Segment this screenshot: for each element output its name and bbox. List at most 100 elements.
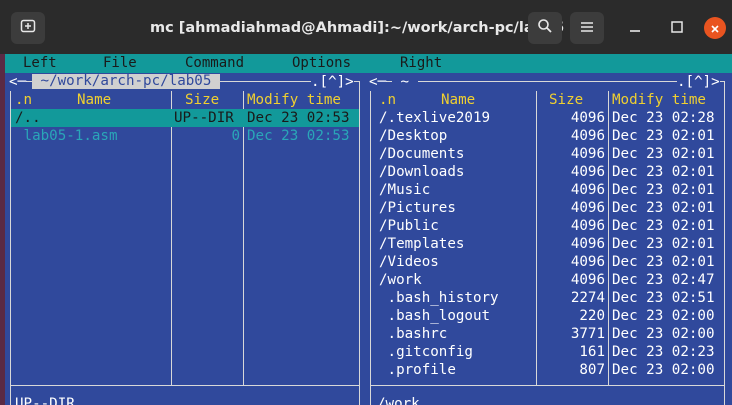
maximize-icon xyxy=(670,19,684,38)
right-row-6-name[interactable]: /Public xyxy=(379,217,439,235)
right-row-10-mtime[interactable]: Dec 23 02:51 xyxy=(612,289,715,307)
left-col-divider-2 xyxy=(243,91,244,385)
left-row-0-mtime[interactable]: Dec 23 02:53 xyxy=(247,109,350,127)
right-row-1-size[interactable]: 4096 xyxy=(539,127,605,145)
right-row-2-size[interactable]: 4096 xyxy=(539,145,605,163)
right-row-3-mtime[interactable]: Dec 23 02:01 xyxy=(612,163,715,181)
left-row-0-size[interactable]: UP--DIR xyxy=(174,109,234,127)
right-row-11-size[interactable]: 220 xyxy=(539,307,605,325)
right-row-13-name[interactable]: .gitconfig xyxy=(379,343,473,361)
close-button[interactable] xyxy=(704,17,726,39)
right-row-5-size[interactable]: 4096 xyxy=(539,199,605,217)
right-row-5-name[interactable]: /Pictures xyxy=(379,199,456,217)
right-row-5-mtime[interactable]: Dec 23 02:01 xyxy=(612,199,715,217)
right-corner-left: <─ xyxy=(369,73,387,91)
right-row-6-size[interactable]: 4096 xyxy=(539,217,605,235)
right-row-2-name[interactable]: /Documents xyxy=(379,145,464,163)
left-header-mtime[interactable]: Modify time xyxy=(247,91,341,109)
right-row-13-mtime[interactable]: Dec 23 02:23 xyxy=(612,343,715,361)
menu-button[interactable] xyxy=(570,12,604,44)
left-panel[interactable]: <─ ~/work/arch-pc/lab05 .[^]> .n Name Si… xyxy=(5,73,365,405)
right-row-1-mtime[interactable]: Dec 23 02:01 xyxy=(612,127,715,145)
left-status: UP--DIR xyxy=(15,396,75,405)
right-header-name[interactable]: Name xyxy=(441,91,475,109)
right-row-7-mtime[interactable]: Dec 23 02:01 xyxy=(612,235,715,253)
left-row-1-name[interactable]: lab05-1.asm xyxy=(15,127,118,145)
right-row-14-name[interactable]: .profile xyxy=(379,361,456,379)
right-row-14-mtime[interactable]: Dec 23 02:00 xyxy=(612,361,715,379)
menu-left[interactable]: Left xyxy=(23,54,57,73)
mc-menubar: Left File Command Options Right xyxy=(5,54,732,73)
new-tab-icon xyxy=(20,18,36,38)
right-row-4-mtime[interactable]: Dec 23 02:01 xyxy=(612,181,715,199)
right-row-4-size[interactable]: 4096 xyxy=(539,181,605,199)
left-col-divider-1 xyxy=(171,91,172,385)
menu-right[interactable]: Right xyxy=(400,54,442,73)
hamburger-menu-icon xyxy=(580,19,594,38)
right-header-mtime[interactable]: Modify time xyxy=(612,91,706,109)
right-corner-right[interactable]: .[^]> xyxy=(677,73,720,91)
right-row-0-mtime[interactable]: Dec 23 02:28 xyxy=(612,109,715,127)
right-row-11-mtime[interactable]: Dec 23 02:00 xyxy=(612,307,715,325)
menu-file[interactable]: File xyxy=(103,54,137,73)
minimize-button[interactable] xyxy=(618,12,652,44)
search-icon xyxy=(537,18,553,38)
right-header-sort[interactable]: .n xyxy=(379,91,396,109)
right-row-12-name[interactable]: .bashrc xyxy=(379,325,448,343)
right-row-3-name[interactable]: /Downloads xyxy=(379,163,464,181)
right-panel-left-border xyxy=(370,81,371,405)
window-title: mc [ahmadiahmad@Ahmadi]:~/work/arch-pc/l… xyxy=(150,20,565,36)
left-panel-status-divider xyxy=(10,385,360,386)
right-row-1-name[interactable]: /Desktop xyxy=(379,127,447,145)
left-header-name[interactable]: Name xyxy=(77,91,111,109)
right-header-size[interactable]: Size xyxy=(549,91,583,109)
maximize-button[interactable] xyxy=(660,12,694,44)
right-row-8-size[interactable]: 4096 xyxy=(539,253,605,271)
left-header-sort[interactable]: .n xyxy=(15,91,32,109)
right-row-10-size[interactable]: 2274 xyxy=(539,289,605,307)
menu-command[interactable]: Command xyxy=(185,54,244,73)
right-panel[interactable]: <─ ~ .[^]> .n Name Size Modify time /.te… xyxy=(365,73,732,405)
right-row-8-mtime[interactable]: Dec 23 02:01 xyxy=(612,253,715,271)
right-row-9-size[interactable]: 4096 xyxy=(539,271,605,289)
right-row-3-size[interactable]: 4096 xyxy=(539,163,605,181)
menu-options[interactable]: Options xyxy=(292,54,351,73)
right-row-11-name[interactable]: .bash_logout xyxy=(379,307,491,325)
right-row-8-name[interactable]: /Videos xyxy=(379,253,439,271)
right-status: /work xyxy=(377,396,420,405)
search-button[interactable] xyxy=(528,12,562,44)
right-row-0-size[interactable]: 4096 xyxy=(539,109,605,127)
left-corner-left: <─ xyxy=(9,73,27,91)
left-panel-right-border xyxy=(359,81,360,405)
right-row-2-mtime[interactable]: Dec 23 02:01 xyxy=(612,145,715,163)
right-row-4-name[interactable]: /Music xyxy=(379,181,430,199)
left-path[interactable]: ~/work/arch-pc/lab05 xyxy=(32,74,220,89)
right-row-9-mtime[interactable]: Dec 23 02:47 xyxy=(612,271,715,289)
close-icon xyxy=(710,19,720,38)
right-col-divider-2 xyxy=(608,91,609,385)
right-row-12-size[interactable]: 3771 xyxy=(539,325,605,343)
left-row-1-size[interactable]: 0 xyxy=(174,127,240,145)
right-row-7-size[interactable]: 4096 xyxy=(539,235,605,253)
left-corner-right[interactable]: .[^]> xyxy=(311,73,354,91)
right-col-divider-1 xyxy=(536,91,537,385)
left-row-1-mtime[interactable]: Dec 23 02:53 xyxy=(247,127,350,145)
right-row-14-size[interactable]: 807 xyxy=(539,361,605,379)
right-row-6-mtime[interactable]: Dec 23 02:01 xyxy=(612,217,715,235)
right-row-12-mtime[interactable]: Dec 23 02:00 xyxy=(612,325,715,343)
right-row-9-name[interactable]: /work xyxy=(379,271,422,289)
terminal-area: Left File Command Options Right <─ ~/wor… xyxy=(5,54,732,405)
minimize-icon xyxy=(628,19,642,38)
right-row-7-name[interactable]: /Templates xyxy=(379,235,464,253)
right-panel-status-divider xyxy=(370,385,725,386)
right-row-13-size[interactable]: 161 xyxy=(539,343,605,361)
window-titlebar: mc [ahmadiahmad@Ahmadi]:~/work/arch-pc/l… xyxy=(0,0,732,54)
right-path[interactable]: ~ xyxy=(392,73,418,91)
right-row-0-name[interactable]: /.texlive2019 xyxy=(379,109,490,127)
new-tab-button[interactable] xyxy=(11,12,45,44)
right-row-10-name[interactable]: .bash_history xyxy=(379,289,499,307)
left-header-size[interactable]: Size xyxy=(185,91,219,109)
left-row-0-name[interactable]: /.. xyxy=(15,109,41,127)
right-panel-right-border xyxy=(724,81,725,405)
right-panel-top-border xyxy=(370,81,725,82)
